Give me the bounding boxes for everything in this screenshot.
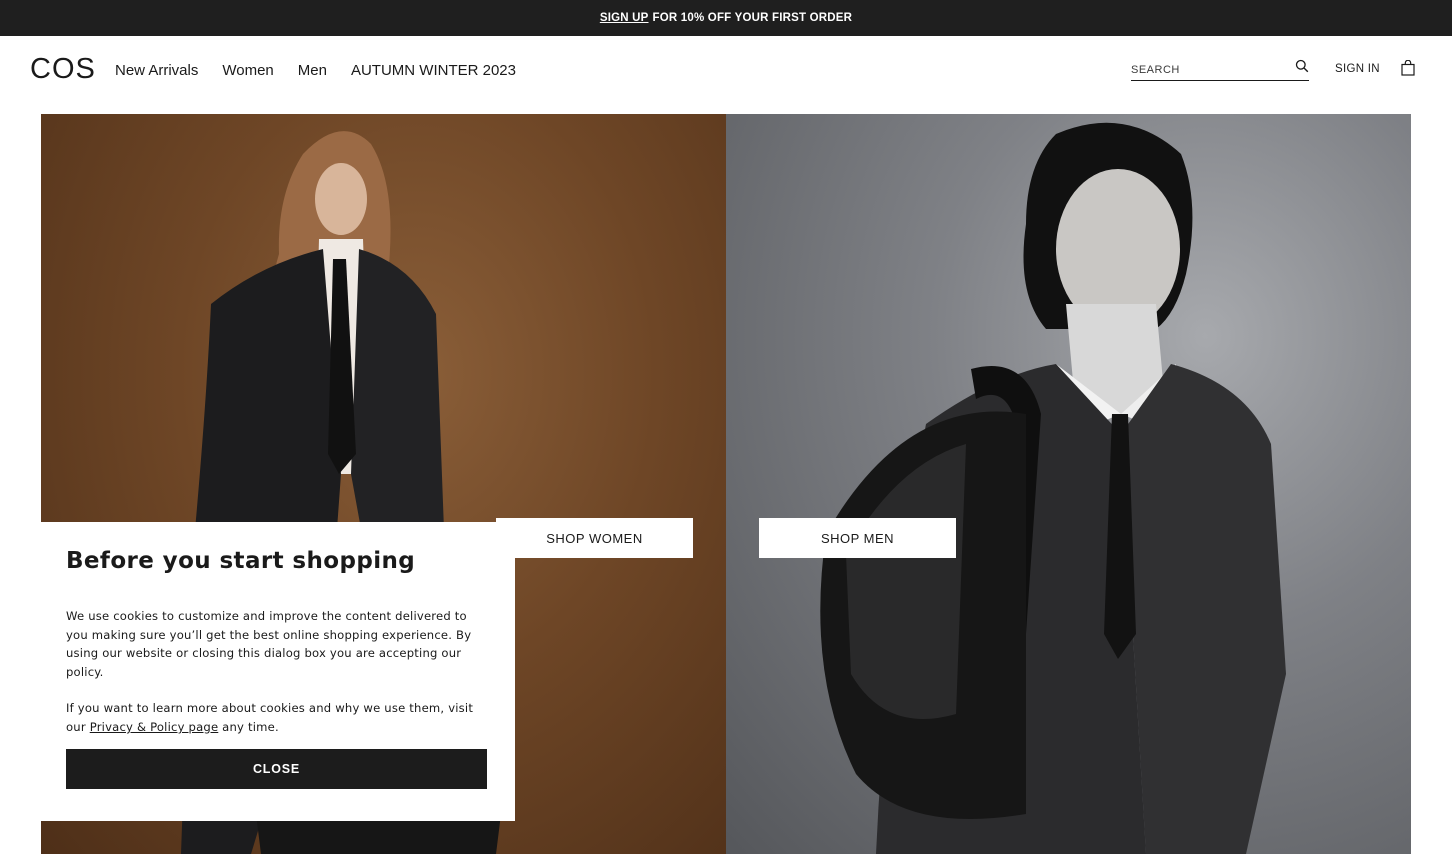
man-model-figure <box>820 122 1286 854</box>
privacy-policy-link[interactable]: Privacy & Policy page <box>90 720 219 734</box>
cookie-dialog: Before you start shopping We use cookies… <box>33 522 515 821</box>
nav-men[interactable]: Men <box>298 62 327 79</box>
main-nav: New Arrivals Women Men AUTUMN WINTER 202… <box>115 62 516 79</box>
shop-men-button[interactable]: SHOP MEN <box>759 518 956 558</box>
logo[interactable]: COS <box>30 53 96 86</box>
nav-autumn-winter-2023[interactable]: AUTUMN WINTER 2023 <box>351 62 516 79</box>
cookie-paragraph-2: If you want to learn more about cookies … <box>66 699 482 736</box>
nav-women[interactable]: Women <box>222 62 273 79</box>
search-input[interactable] <box>1131 60 1281 80</box>
site-header: COS New Arrivals Women Men AUTUMN WINTER… <box>0 36 1452 114</box>
promo-text: FOR 10% OFF YOUR FIRST ORDER <box>652 12 853 24</box>
nav-new-arrivals[interactable]: New Arrivals <box>115 62 198 79</box>
close-button[interactable]: CLOSE <box>66 749 487 789</box>
cookie-dialog-title: Before you start shopping <box>66 548 416 574</box>
sign-in-link[interactable]: SIGN IN <box>1335 63 1380 75</box>
shopping-bag-icon[interactable] <box>1401 59 1415 76</box>
cookie-paragraph-1: We use cookies to customize and improve … <box>66 609 472 679</box>
signup-link[interactable]: SIGN UP <box>600 12 649 24</box>
hero-men-image[interactable]: SHOP MEN <box>726 114 1411 854</box>
search-bar <box>1131 59 1309 81</box>
shop-women-button[interactable]: SHOP WOMEN <box>496 518 693 558</box>
search-icon[interactable] <box>1295 59 1309 73</box>
promo-bar: SIGN UP FOR 10% OFF YOUR FIRST ORDER <box>0 0 1452 36</box>
cookie-paragraph-2-end: any time. <box>218 719 279 734</box>
